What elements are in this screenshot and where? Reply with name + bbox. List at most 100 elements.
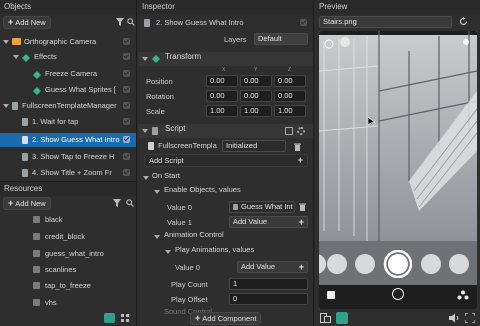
tree-item-guess-what-sprites[interactable]: Guess What Sprites [: [0, 83, 136, 97]
snapcode-icon[interactable]: [336, 312, 348, 324]
trash-icon[interactable]: [294, 142, 301, 151]
fullscreen-icon[interactable]: [464, 312, 476, 324]
stories-icon[interactable]: [457, 290, 469, 300]
tree-item-effects[interactable]: Effects: [0, 50, 136, 64]
add-component-button[interactable]: + Add Component: [190, 312, 262, 325]
visibility-checkbox[interactable]: [123, 53, 130, 60]
preview-image-dropdown[interactable]: Stairs.png: [319, 16, 452, 28]
filter-icon[interactable]: [116, 18, 124, 26]
position-y-field[interactable]: 0.00: [240, 75, 272, 87]
script-object-icon: [144, 19, 150, 27]
search-icon[interactable]: [127, 18, 135, 26]
visibility-checkbox[interactable]: [123, 118, 130, 125]
visibility-checkbox[interactable]: [123, 38, 130, 45]
rotation-label: Rotation: [146, 92, 174, 101]
tree-item-orthographic-camera[interactable]: Orthographic Camera: [0, 35, 136, 49]
collapse-arrow-icon[interactable]: [143, 176, 149, 180]
enable-checkbox[interactable]: [285, 127, 293, 135]
camera-icon: [12, 38, 21, 45]
visibility-checkbox[interactable]: [123, 136, 130, 143]
texture-icon: [33, 299, 40, 306]
resource-item[interactable]: black: [0, 213, 136, 227]
value-0-label: Value 0: [167, 203, 192, 212]
script-icon: [152, 127, 158, 135]
value-1-label: Value 1: [167, 218, 192, 227]
gear-icon[interactable]: [297, 127, 305, 135]
resource-item[interactable]: scanlines: [0, 263, 136, 277]
list-view-icon[interactable]: [104, 313, 115, 323]
scale-y-field[interactable]: 1.00: [240, 105, 272, 117]
expand-arrow-icon[interactable]: [3, 104, 9, 108]
position-x-field[interactable]: 0.00: [206, 75, 238, 87]
collapse-arrow-icon[interactable]: [154, 235, 160, 239]
expand-arrow-icon[interactable]: [3, 40, 9, 44]
tree-item-fullscreen-template-manager[interactable]: FullscreenTemplateManager: [0, 99, 136, 113]
search-icon[interactable]: [126, 199, 134, 207]
speaker-icon[interactable]: [449, 313, 460, 323]
add-new-object-button[interactable]: + Add New: [3, 16, 51, 29]
snap-button-icon[interactable]: [392, 288, 404, 300]
position-z-field[interactable]: 0.00: [274, 75, 306, 87]
transform-section-header[interactable]: Transform: [138, 52, 313, 66]
texture-icon: [33, 233, 40, 240]
scale-x-field[interactable]: 1.00: [206, 105, 238, 117]
expand-arrow-icon[interactable]: [13, 55, 19, 59]
tree-item-show-tap-to-freeze[interactable]: 3. Show Tap to Freeze H: [0, 150, 136, 164]
anim-add-value-button[interactable]: Add Value +: [237, 261, 308, 273]
tree-item-show-title-zoom[interactable]: 4. Show Title + Zoom Fr: [0, 166, 136, 180]
script-status[interactable]: Initialized: [222, 140, 286, 152]
tree-item-show-guess-what-intro[interactable]: 2. Show Guess What Intro: [0, 133, 136, 147]
collapse-arrow-icon[interactable]: [154, 190, 160, 194]
preview-image[interactable]: [319, 31, 477, 309]
lens-carousel[interactable]: [319, 249, 477, 279]
collapse-arrow-icon[interactable]: [142, 57, 148, 61]
add-new-resource-button[interactable]: + Add New: [3, 197, 51, 210]
collapse-arrow-icon[interactable]: [165, 250, 171, 254]
rotation-z-field[interactable]: 0.00: [274, 90, 306, 102]
object-name[interactable]: 2. Show Guess What Intro: [156, 16, 244, 30]
play-count-label: Play Count: [171, 280, 208, 289]
visibility-checkbox[interactable]: [123, 102, 130, 109]
script-object-icon: [22, 153, 28, 161]
plus-icon: +: [298, 217, 304, 227]
play-animations-header[interactable]: Play Animations, values: [138, 245, 313, 259]
inspector-header: Inspector: [138, 0, 313, 14]
tree-item-freeze-camera[interactable]: Freeze Camera: [0, 67, 136, 81]
file-icon: [148, 142, 154, 150]
visibility-checkbox[interactable]: [123, 153, 130, 160]
effect-icon: [33, 86, 41, 95]
filter-icon[interactable]: [113, 199, 121, 207]
visibility-checkbox[interactable]: [123, 169, 130, 176]
add-script-button[interactable]: Add Script +: [144, 154, 308, 167]
visibility-checkbox[interactable]: [123, 70, 130, 77]
enable-objects-header[interactable]: Enable Objects, values: [138, 185, 313, 199]
enabled-checkbox[interactable]: [300, 19, 307, 26]
position-label: Position: [146, 77, 173, 86]
device-preview-icon[interactable]: [320, 313, 331, 323]
play-offset-field[interactable]: 0: [229, 293, 308, 305]
chat-icon[interactable]: [327, 291, 335, 299]
script-section-header[interactable]: Script: [138, 124, 313, 138]
texture-icon: [33, 266, 40, 273]
resource-item[interactable]: vhs: [0, 296, 136, 310]
visibility-checkbox[interactable]: [123, 86, 130, 93]
plus-icon: +: [8, 17, 14, 27]
tree-item-wait-for-tap[interactable]: 1. Wait for tap: [0, 115, 136, 129]
rotation-y-field[interactable]: 0.00: [240, 90, 272, 102]
grid-view-icon[interactable]: [121, 314, 129, 322]
play-count-field[interactable]: 1: [229, 278, 308, 290]
scale-z-field[interactable]: 1.00: [274, 105, 306, 117]
objects-header: Objects: [0, 0, 136, 14]
add-value-button[interactable]: Add Value +: [229, 216, 308, 228]
rotation-x-field[interactable]: 0.00: [206, 90, 238, 102]
value-0-field[interactable]: Guess What Int: [229, 201, 295, 213]
on-start-header[interactable]: On Start: [138, 171, 313, 185]
resource-item[interactable]: credit_block: [0, 230, 136, 244]
resource-item[interactable]: guess_what_intro: [0, 247, 136, 261]
refresh-icon[interactable]: [459, 17, 468, 26]
layers-dropdown[interactable]: Default: [254, 33, 308, 45]
animation-control-header[interactable]: Animation Control: [138, 230, 313, 244]
resource-item[interactable]: tap_to_freeze: [0, 279, 136, 293]
trash-icon[interactable]: [299, 203, 306, 211]
collapse-arrow-icon[interactable]: [142, 129, 148, 133]
